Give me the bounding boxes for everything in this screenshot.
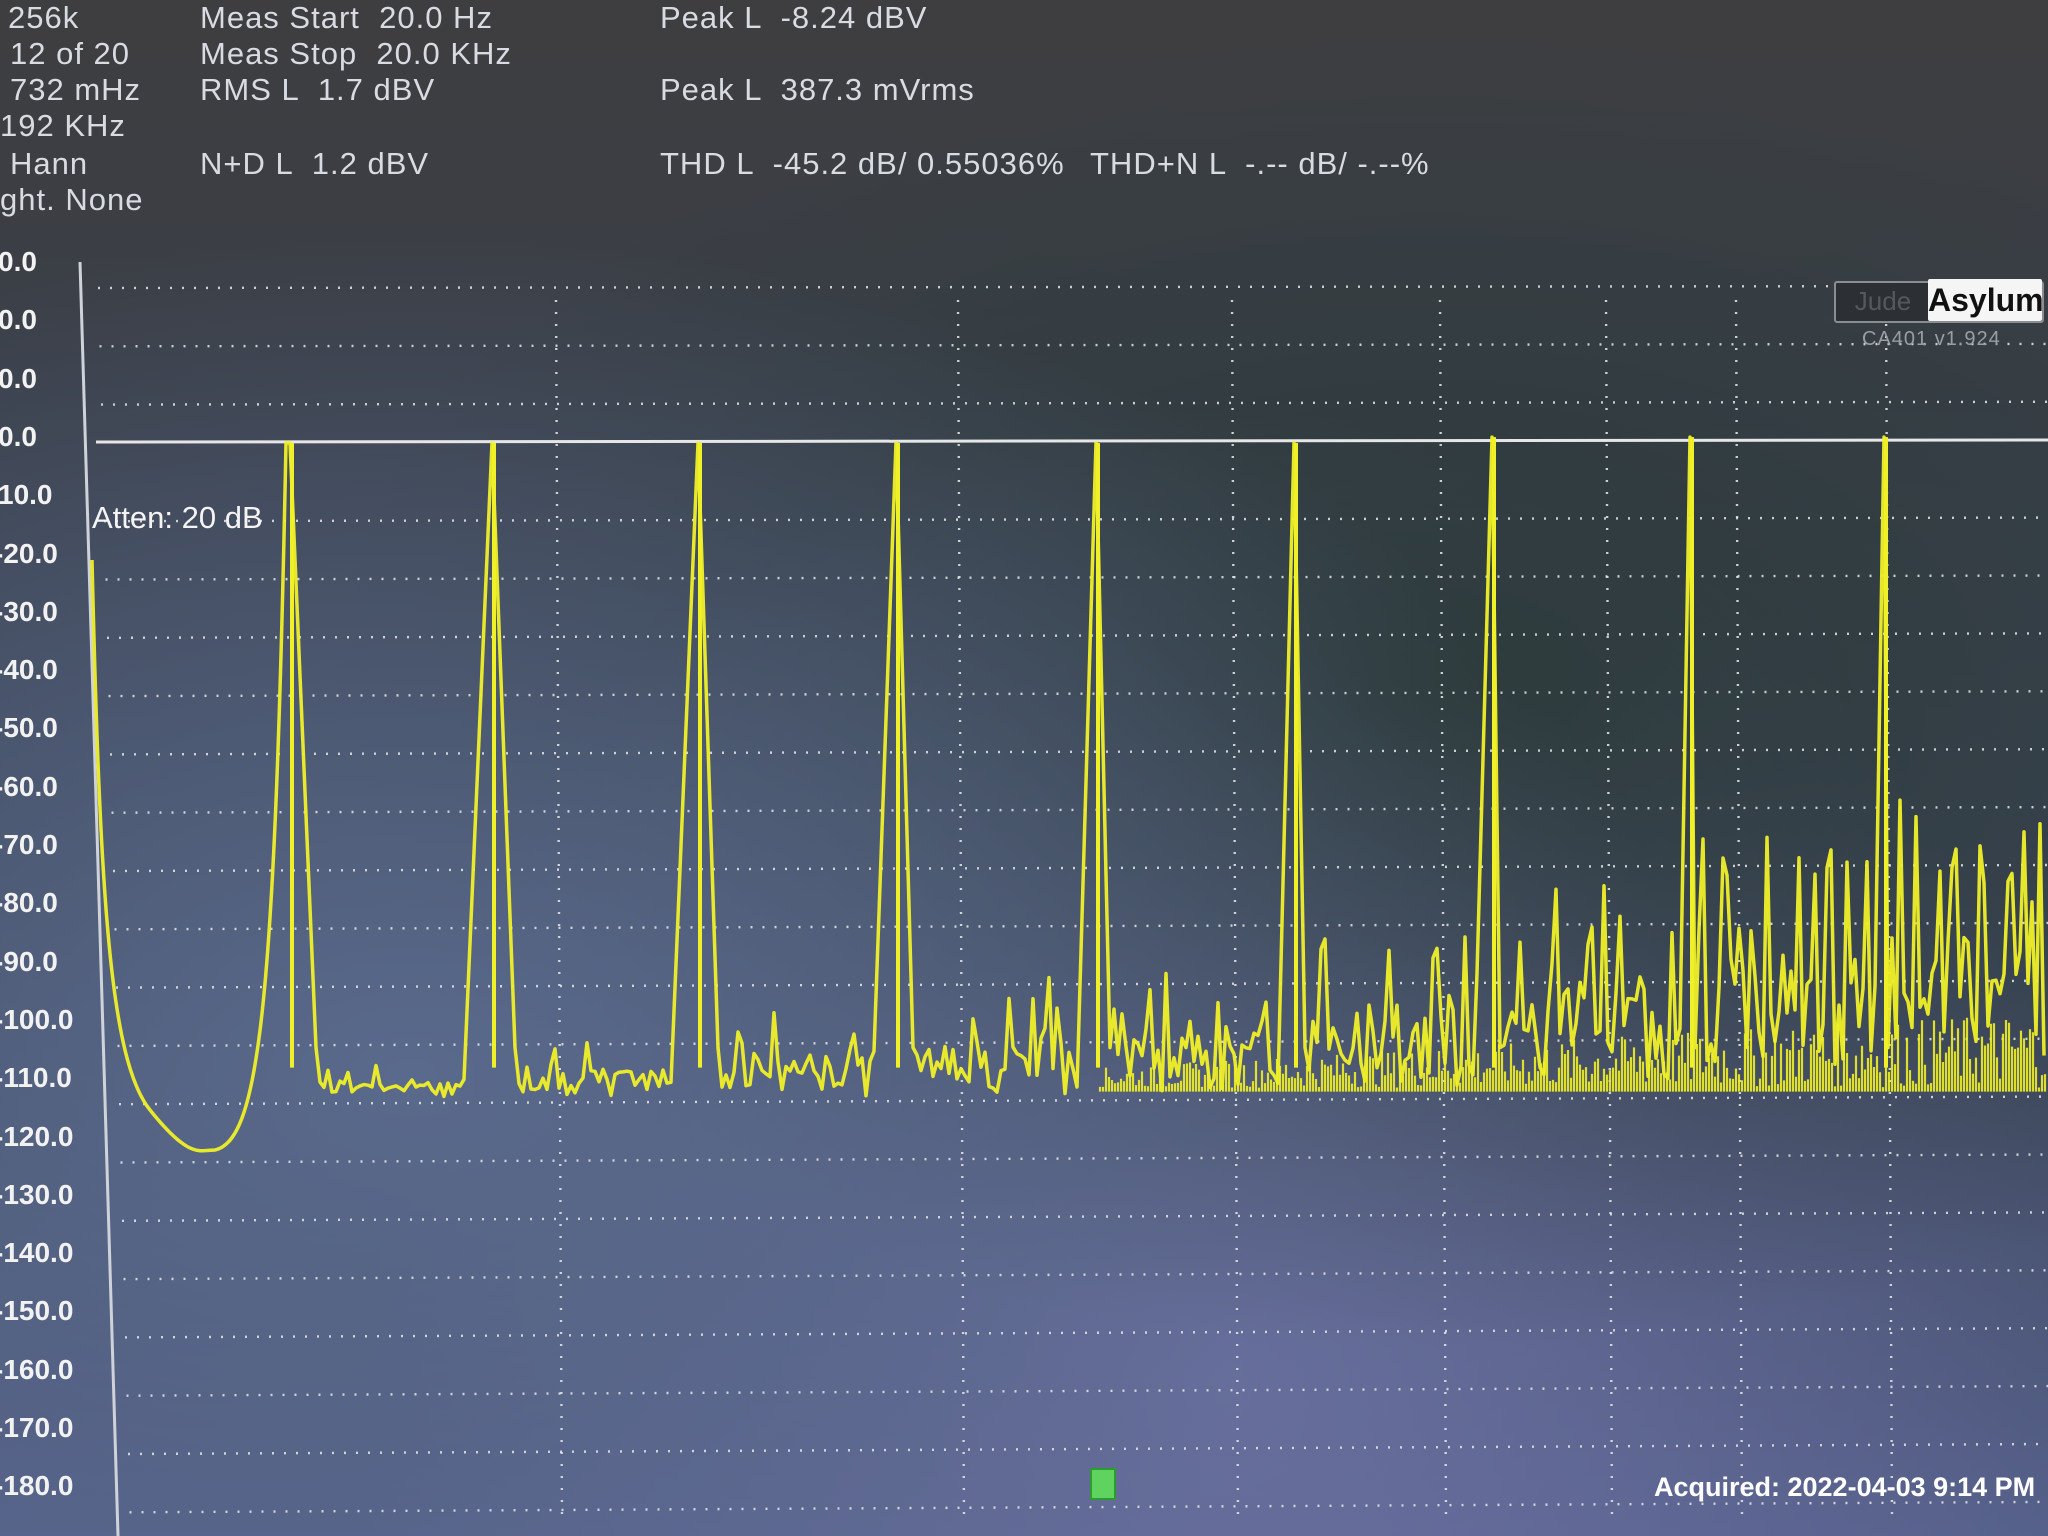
h-gridline <box>124 1326 2048 1339</box>
reference-line <box>95 438 2048 444</box>
h-gridline <box>99 342 2048 348</box>
h-gridline <box>111 805 2048 814</box>
h-gridline <box>123 1269 2048 1281</box>
v-gridline <box>554 299 564 1521</box>
h-gridline <box>115 979 2048 989</box>
h-gridline <box>100 400 2048 406</box>
h-gridline <box>118 1095 2048 1106</box>
h-gridline <box>126 1384 2048 1397</box>
v-gridline <box>1230 299 1240 1521</box>
v-gridline <box>1604 299 1614 1521</box>
h-gridline <box>97 284 2048 290</box>
acquired-timestamp: Acquired: 2022-04-03 9:14 PM <box>1654 1472 2036 1502</box>
h-gridline <box>108 690 2048 698</box>
y-axis-line <box>78 261 120 1536</box>
h-gridline <box>103 516 2048 523</box>
v-gridline <box>1438 299 1448 1521</box>
h-gridline <box>121 1211 2048 1223</box>
h-gridline <box>127 1442 2048 1456</box>
fft-plot <box>78 261 2048 1536</box>
logo-version: CA401 v1.924 <box>1862 328 2001 350</box>
atten-label: Atten: 20 dB <box>92 500 263 535</box>
v-gridline <box>956 299 966 1521</box>
brand-logo: Asylum <box>1928 279 2044 321</box>
h-gridline <box>105 574 2048 581</box>
h-gridline <box>109 748 2048 756</box>
h-gridline <box>106 632 2048 639</box>
h-gridline <box>112 863 2048 873</box>
v-gridline <box>1734 299 1744 1521</box>
frequency-marker[interactable] <box>1090 1468 1116 1500</box>
h-gridline <box>117 1037 2048 1048</box>
h-gridline <box>120 1153 2048 1164</box>
logo-faint-text: Jude <box>1854 286 1912 316</box>
h-gridline <box>129 1500 2048 1514</box>
